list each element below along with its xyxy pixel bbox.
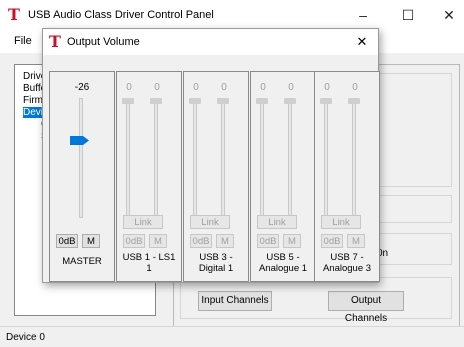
usb3-left-slider-thumb[interactable] [189,98,201,104]
usb5-right-slider-track[interactable] [288,98,292,218]
usb7-left-value: 0 [324,82,330,93]
channel-strip-usb3: 0 0 Link 0dB M USB 3 - Digital 1 [183,71,249,282]
channel-strip-usb7: 0 0 Link 0dB M USB 7 - Analogue 3 [314,71,380,282]
usb1-right-slider-thumb[interactable] [150,98,162,104]
title-bar: T USB Audio Class Driver Control Panel –… [0,0,464,31]
usb7-link-button[interactable]: Link [321,215,361,229]
menu-file-label: File [14,35,32,47]
window-title: USB Audio Class Driver Control Panel [28,9,214,21]
dialog-title: Output Volume [67,36,140,48]
app-logo-icon: T [8,5,20,24]
usb5-right-slider-thumb[interactable] [284,98,296,104]
usb3-0db-button[interactable]: 0dB [190,234,212,248]
master-0db-button[interactable]: 0dB [56,234,78,248]
usb7-right-slider-thumb[interactable] [348,98,360,104]
usb1-mute-button[interactable]: M [149,234,167,248]
usb7-left-slider-track[interactable] [324,98,328,218]
usb1-left-slider-track[interactable] [126,98,130,218]
usb1-left-value: 0 [126,82,132,93]
master-slider-track[interactable] [79,98,83,218]
usb3-right-slider-track[interactable] [221,98,225,218]
close-button[interactable]: ✕ [434,4,464,26]
usb1-right-value: 0 [154,82,160,93]
usb5-left-slider-thumb[interactable] [256,98,268,104]
usb7-right-slider-track[interactable] [352,98,356,218]
usb7-mute-button[interactable]: M [347,234,365,248]
usb5-mute-button[interactable]: M [283,234,301,248]
maximize-button[interactable]: ☐ [393,4,423,26]
master-slider-thumb[interactable] [70,136,89,145]
status-text: Device 0 [6,332,45,343]
usb3-left-value: 0 [193,82,199,93]
usb7-0db-button[interactable]: 0dB [321,234,343,248]
usb1-0db-button[interactable]: 0dB [123,234,145,248]
usb3-mute-button[interactable]: M [216,234,234,248]
master-channel-label: MASTER [62,256,102,267]
usb3-right-value: 0 [221,82,227,93]
minimize-button[interactable]: – [348,4,378,26]
output-volume-dialog: T Output Volume ✕ -26 0dB M MASTER 0 0 L… [42,28,380,283]
usb1-channel-label: USB 1 - LS1 1 [122,252,176,274]
dialog-title-bar: T Output Volume ✕ [43,29,378,55]
dialog-close-button[interactable]: ✕ [351,32,373,52]
usb5-link-button[interactable]: Link [257,215,297,229]
usb5-0db-button[interactable]: 0dB [257,234,279,248]
usb5-left-slider-track[interactable] [260,98,264,218]
usb1-link-button[interactable]: Link [123,215,163,229]
menu-file[interactable]: File [14,35,32,47]
input-channels-button[interactable]: Input Channels [198,291,272,311]
usb7-right-value: 0 [352,82,358,93]
usb5-left-value: 0 [260,82,266,93]
master-volume-value: -26 [74,82,90,93]
usb1-left-slider-thumb[interactable] [122,98,134,104]
usb3-link-button[interactable]: Link [190,215,230,229]
usb3-right-slider-thumb[interactable] [217,98,229,104]
usb1-right-slider-track[interactable] [154,98,158,218]
dialog-logo-icon: T [49,32,61,51]
output-channels-button[interactable]: Output Channels [328,291,404,324]
usb5-channel-label: USB 5 - Analogue 1 [258,252,308,274]
usb5-right-value: 0 [288,82,294,93]
usb3-channel-label: USB 3 - Digital 1 [198,252,234,274]
usb7-channel-label: USB 7 - Analogue 3 [322,252,372,274]
channel-strip-master: -26 0dB M MASTER [49,71,115,282]
channel-strip-usb1: 0 0 Link 0dB M USB 1 - LS1 1 [116,71,182,282]
usb3-left-slider-track[interactable] [193,98,197,218]
master-mute-button[interactable]: M [82,234,100,248]
status-bar: Device 0 [0,326,464,347]
usb7-left-slider-thumb[interactable] [320,98,332,104]
channel-strip-usb5: 0 0 Link 0dB M USB 5 - Analogue 1 [250,71,316,282]
